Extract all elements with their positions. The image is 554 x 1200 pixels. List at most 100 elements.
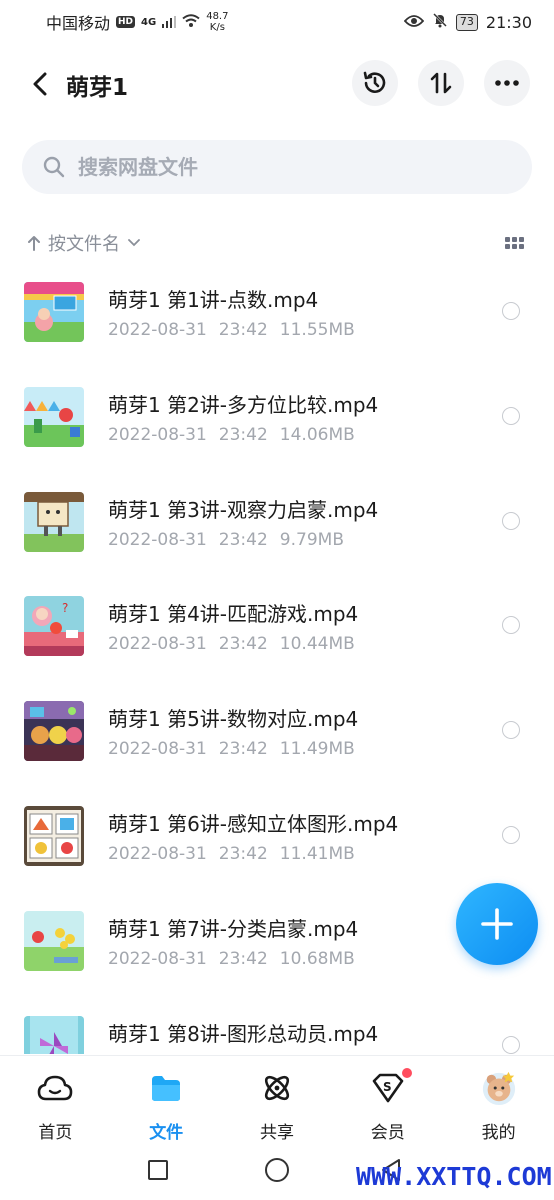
sort-label: 按文件名 xyxy=(48,234,120,255)
file-row[interactable]: 萌芽1 第6讲-感知立体图形.mp4 2022-08-31 23:42 11.41M… xyxy=(0,778,554,883)
svg-text:S: S xyxy=(383,1080,392,1094)
file-meta: 2022-08-31 23:42 10.44MB xyxy=(108,634,367,654)
file-date: 2022-08-31 xyxy=(108,948,207,969)
file-time: 23:42 xyxy=(218,634,268,655)
file-size: 14.06MB xyxy=(279,424,355,445)
history-icon xyxy=(363,71,386,93)
notification-dot xyxy=(401,1068,412,1078)
video-thumbnail xyxy=(24,701,84,762)
chevron-down-icon xyxy=(128,239,140,247)
nav-files[interactable]: 文件 xyxy=(111,1056,222,1147)
history-button[interactable] xyxy=(352,60,398,106)
file-size: 11.49MB xyxy=(279,739,355,760)
select-checkbox[interactable] xyxy=(502,616,520,635)
grid-dot xyxy=(512,237,517,242)
grid-dot xyxy=(512,244,517,249)
search-icon xyxy=(43,156,65,178)
file-time: 23:42 xyxy=(218,843,268,864)
add-button[interactable] xyxy=(456,883,538,965)
file-row[interactable]: ? 萌芽1 第4讲-匹配游戏.mp4 2022-08-31 23:42 10.44M… xyxy=(0,568,554,673)
select-checkbox[interactable] xyxy=(502,1035,520,1054)
select-checkbox[interactable] xyxy=(502,406,520,425)
video-thumbnail: ? xyxy=(24,596,84,657)
avatar xyxy=(481,1070,517,1106)
net-speed-unit: K/s xyxy=(209,22,225,33)
nav-mine[interactable]: 我的 xyxy=(443,1056,554,1147)
cloud-icon xyxy=(37,1070,73,1106)
file-size: 11.55MB xyxy=(279,320,355,340)
file-time: 23:42 xyxy=(218,948,268,969)
header: 萌芽1 xyxy=(0,60,554,108)
nav-home-label: 首页 xyxy=(38,1123,73,1143)
battery-indicator: 73 xyxy=(455,13,478,31)
file-size: 11.41MB xyxy=(279,843,355,864)
file-size: 10.44MB xyxy=(279,634,355,655)
chevron-left-icon xyxy=(33,72,47,96)
nav-share[interactable]: 共享 xyxy=(222,1056,333,1147)
select-checkbox[interactable] xyxy=(502,825,520,844)
clock: 21:30 xyxy=(485,12,532,32)
back-button[interactable] xyxy=(20,64,60,104)
file-name: 萌芽1 第1讲-点数.mp4 xyxy=(108,288,319,312)
net-speed: 48.7 K/s xyxy=(206,11,228,33)
recents-button[interactable] xyxy=(148,1160,168,1180)
video-thumbnail xyxy=(24,386,84,447)
file-time: 23:42 xyxy=(218,320,268,340)
file-date: 2022-08-31 xyxy=(108,320,207,340)
folder-icon xyxy=(148,1070,184,1106)
search-bar[interactable] xyxy=(22,140,532,194)
video-thumbnail xyxy=(24,491,84,552)
sort-order-button[interactable] xyxy=(418,60,464,106)
grid-view-toggle[interactable] xyxy=(505,237,524,249)
file-time: 23:42 xyxy=(218,739,268,760)
select-checkbox[interactable] xyxy=(502,302,520,320)
file-date: 2022-08-31 xyxy=(108,843,207,864)
hd-badge: HD xyxy=(116,16,136,28)
bottom-nav: 首页 文件 共享 S 会员 我的 xyxy=(0,1055,554,1147)
home-button[interactable] xyxy=(265,1158,289,1182)
net-speed-value: 48.7 xyxy=(206,11,229,22)
more-dots-icon xyxy=(495,80,519,86)
file-name: 萌芽1 第2讲-多方位比较.mp4 xyxy=(108,392,379,417)
file-date: 2022-08-31 xyxy=(108,739,207,760)
search-input[interactable] xyxy=(78,155,458,179)
grid-dot xyxy=(505,244,510,249)
vip-diamond-icon: S xyxy=(370,1068,412,1106)
plus-icon xyxy=(481,908,513,940)
file-size: 10.68MB xyxy=(279,948,355,969)
nav-share-label: 共享 xyxy=(259,1123,294,1143)
sort-arrows-icon xyxy=(430,72,452,94)
file-name: 萌芽1 第4讲-匹配游戏.mp4 xyxy=(108,602,359,627)
more-button[interactable] xyxy=(484,60,530,106)
file-meta: 2022-08-31 23:42 11.55MB xyxy=(108,320,367,340)
video-thumbnail xyxy=(24,282,84,342)
file-date: 2022-08-31 xyxy=(108,634,207,655)
nav-vip-label: 会员 xyxy=(370,1123,405,1143)
file-row[interactable]: 萌芽1 第8讲-图形总动员.mp4 xyxy=(0,988,554,1054)
svg-text:?: ? xyxy=(62,601,68,615)
status-left: 中国移动 HD 4G 48.7 K/s xyxy=(46,10,228,34)
file-time: 23:42 xyxy=(218,529,268,550)
select-checkbox[interactable] xyxy=(502,511,520,530)
file-meta: 2022-08-31 23:42 9.79MB xyxy=(108,530,356,550)
file-date: 2022-08-31 xyxy=(108,424,207,445)
wifi-icon xyxy=(182,13,200,32)
file-row[interactable]: 萌芽1 第1讲-点数.mp4 2022-08-31 23:42 11.55MB xyxy=(0,254,554,359)
signal-icon xyxy=(162,13,177,32)
file-meta: 2022-08-31 23:42 11.49MB xyxy=(108,739,367,759)
file-name: 萌芽1 第3讲-观察力启蒙.mp4 xyxy=(108,497,379,522)
file-row[interactable]: 萌芽1 第5讲-数物对应.mp4 2022-08-31 23:42 11.49MB xyxy=(0,673,554,778)
watermark: WWW.XXTTQ.COM xyxy=(356,1162,552,1191)
file-row[interactable]: 萌芽1 第3讲-观察力启蒙.mp4 2022-08-31 23:42 9.79MB xyxy=(0,464,554,569)
file-row[interactable]: 萌芽1 第2讲-多方位比较.mp4 2022-08-31 23:42 14.06MB xyxy=(0,359,554,464)
file-meta: 2022-08-31 23:42 14.06MB xyxy=(108,425,367,445)
select-checkbox[interactable] xyxy=(502,721,520,740)
atom-icon xyxy=(259,1070,295,1106)
file-name: 萌芽1 第7讲-分类启蒙.mp4 xyxy=(108,916,359,941)
file-meta: 2022-08-31 23:42 11.41MB xyxy=(108,844,367,864)
status-right: 73 21:30 xyxy=(403,12,532,32)
video-thumbnail xyxy=(24,910,84,971)
sort-by-name-button[interactable]: 按文件名 xyxy=(28,230,140,256)
nav-vip[interactable]: S 会员 xyxy=(332,1056,443,1147)
nav-home[interactable]: 首页 xyxy=(0,1056,111,1147)
